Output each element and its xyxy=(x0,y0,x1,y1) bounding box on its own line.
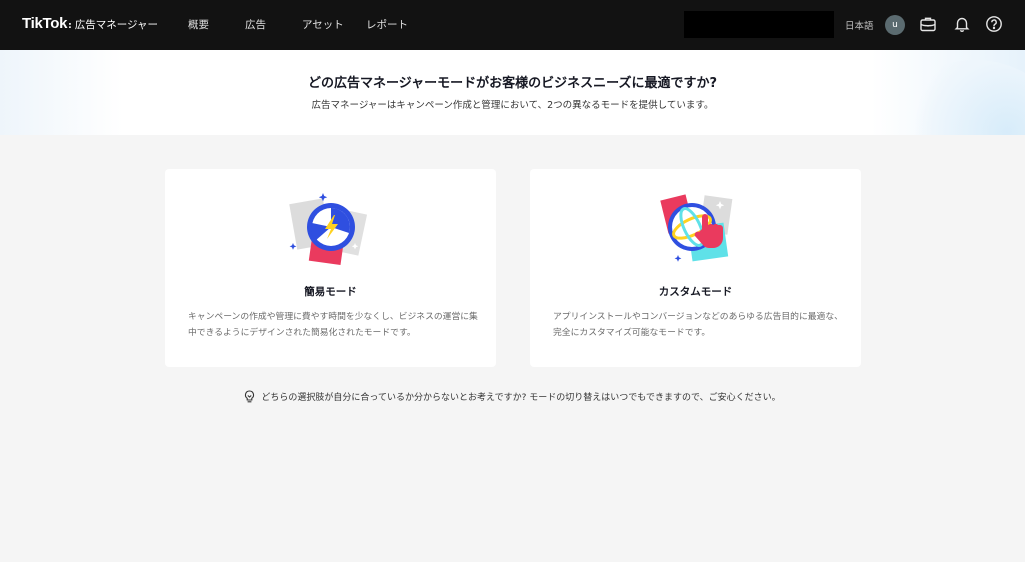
page-subtitle: 広告マネージャーはキャンペーン作成と管理において、2つの異なるモードを提供してい… xyxy=(311,100,714,111)
account-selector[interactable] xyxy=(684,11,834,38)
card-title: 簡易モード xyxy=(304,286,357,298)
custom-mode-card[interactable]: カスタムモード アプリインストールやコンバージョンなどのあらゆる広告目的に最適な… xyxy=(530,169,861,367)
avatar-initial: u xyxy=(892,20,898,30)
card-title: カスタムモード xyxy=(658,286,733,298)
card-description: アプリインストールやコンバージョンなどのあらゆる広告目的に最適な、完全にカスタマ… xyxy=(553,312,843,338)
page-title: どの広告マネージャーモードがお客様のビジネスニーズに最適ですか? xyxy=(308,76,717,91)
simplified-mode-card[interactable]: 簡易モード キャンペーンの作成や管理に費やす時間を少なくし、ビジネスの運営に集中… xyxy=(165,169,496,367)
lightbulb-icon xyxy=(244,390,255,403)
top-navigation-bar: TikTok : 広告マネージャー 概要 広告 アセット レポート 日本語 u xyxy=(0,0,1025,50)
globe-pointer-icon xyxy=(650,191,742,267)
nav-item-reports[interactable]: レポート xyxy=(366,17,408,32)
tiktok-ads-logo[interactable]: TikTok : 広告マネージャー xyxy=(22,15,158,32)
help-icon[interactable] xyxy=(985,15,1003,33)
mode-switch-hint: どちらの選択肢が自分に合っているか分からないとお考えですか? モードの切り替えは… xyxy=(0,390,1025,403)
stopwatch-lightning-icon xyxy=(285,191,377,267)
logo-colon: : xyxy=(68,21,72,31)
bell-icon[interactable] xyxy=(953,15,971,33)
hero-banner: どの広告マネージャーモードがお客様のビジネスニーズに最適ですか? 広告マネージャ… xyxy=(0,50,1025,135)
avatar[interactable]: u xyxy=(885,15,905,35)
briefcase-icon[interactable] xyxy=(919,15,937,33)
nav-item-ads[interactable]: 広告 xyxy=(245,17,266,32)
hint-text: どちらの選択肢が自分に合っているか分からないとお考えですか? モードの切り替えは… xyxy=(261,393,781,403)
language-selector[interactable]: 日本語 xyxy=(845,18,874,32)
nav-item-overview[interactable]: 概要 xyxy=(188,17,209,32)
logo-sub-text: 広告マネージャー xyxy=(74,19,159,31)
nav-item-assets[interactable]: アセット xyxy=(302,17,344,32)
card-description: キャンペーンの作成や管理に費やす時間を少なくし、ビジネスの運営に集中できるように… xyxy=(188,312,478,338)
logo-main-text: TikTok xyxy=(22,15,68,32)
